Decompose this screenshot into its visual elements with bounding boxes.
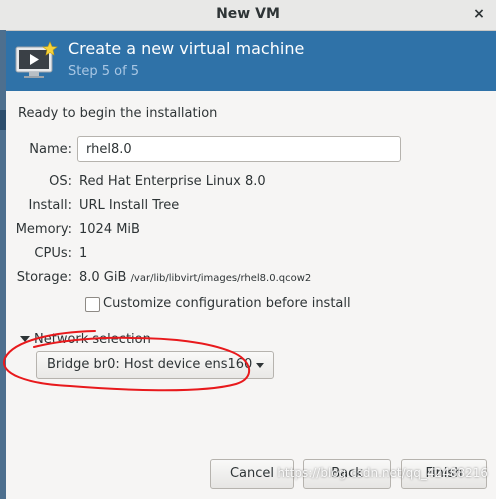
name-label: Name: <box>29 142 72 157</box>
network-source-value: Bridge br0: Host device ens160 <box>47 357 253 372</box>
header-banner: Create a new virtual machine Step 5 of 5 <box>6 31 496 91</box>
storage-value: 8.0 GiB /var/lib/libvirt/images/rhel8.0.… <box>79 270 311 285</box>
monitor-new-icon <box>15 41 58 78</box>
network-source-dropdown[interactable]: Bridge br0: Host device ens160 <box>36 351 274 379</box>
background-window-marker <box>0 110 6 130</box>
os-value: Red Hat Enterprise Linux 8.0 <box>79 174 266 189</box>
new-vm-dialog: New VM × Create a new virtual machine St… <box>0 0 496 499</box>
banner-heading: Create a new virtual machine <box>68 39 305 58</box>
customize-label[interactable]: Customize configuration before install <box>103 296 351 311</box>
cancel-button[interactable]: Cancel <box>210 459 294 489</box>
cpus-label: CPUs: <box>34 246 72 261</box>
background-window-edge <box>0 30 6 499</box>
storage-label: Storage: <box>16 270 72 285</box>
cpus-value: 1 <box>79 246 88 261</box>
expander-triangle-icon <box>20 335 30 342</box>
banner-step: Step 5 of 5 <box>68 64 140 79</box>
finish-button[interactable]: Finish <box>401 459 487 489</box>
memory-value: 1024 MiB <box>79 222 140 237</box>
close-icon[interactable]: × <box>470 4 488 24</box>
network-selection-expander[interactable]: Network selection <box>20 332 151 347</box>
name-field[interactable] <box>77 136 401 162</box>
storage-size: 8.0 GiB <box>79 270 127 285</box>
ready-text: Ready to begin the installation <box>18 106 218 121</box>
network-selection-label: Network selection <box>34 332 151 347</box>
install-value: URL Install Tree <box>79 198 180 213</box>
window-title: New VM <box>216 6 280 22</box>
storage-path: /var/lib/libvirt/images/rhel8.0.qcow2 <box>130 273 312 284</box>
install-label: Install: <box>28 198 72 213</box>
os-label: OS: <box>49 174 72 189</box>
memory-label: Memory: <box>15 222 72 237</box>
title-bar: New VM × <box>0 0 496 31</box>
back-button[interactable]: Back <box>303 459 391 489</box>
dropdown-arrow-icon <box>256 363 264 368</box>
customize-checkbox[interactable] <box>85 297 100 312</box>
